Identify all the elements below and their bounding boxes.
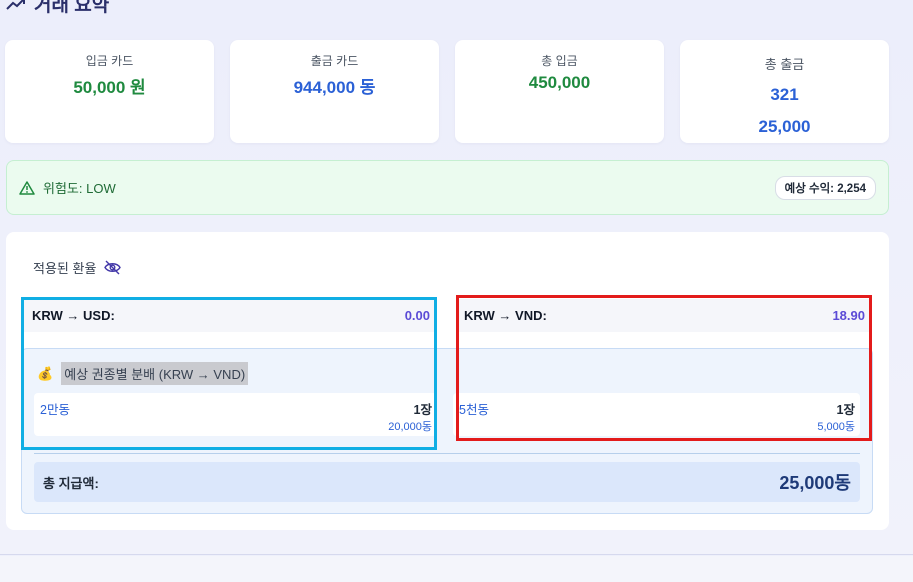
stat-label: 입금 카드 (85, 54, 134, 68)
expected-profit-badge: 예상 수익: 2,254 (774, 175, 876, 200)
warning-triangle-icon (19, 180, 35, 195)
total-payout-value: 25,000동 (779, 473, 851, 493)
distribution-header: 💰 예상 권종별 분배 (KRW → VND) (37, 362, 249, 385)
rate-krw-vnd: KRW → VND: 18.90 (456, 299, 871, 332)
note-label: 5천동 (459, 403, 489, 417)
deposit-card-stat: 입금 카드 50,000 원 (5, 40, 214, 143)
stat-label: 출금 카드 (310, 54, 359, 68)
stat-value-line1: 321 (770, 85, 799, 104)
rate-pair: KRW → VND: (464, 308, 547, 323)
exchange-rates-panel: 적용된 환율 KRW → USD: 0.00 KRW → VND: 18.90 … (6, 232, 889, 530)
section-heading: 거래 요약 (6, 0, 109, 17)
money-bag-icon: 💰 (37, 365, 54, 381)
stat-value: 944,000 동 (293, 78, 376, 97)
risk-level: 위험도: LOW (43, 181, 116, 196)
total-payout-row: 총 지급액: 25,000동 (34, 462, 860, 502)
bottom-strip (0, 556, 913, 582)
total-withdraw-stat: 총 출금 321 25,000 (680, 40, 889, 143)
note-sum: 5,000동 (817, 421, 855, 433)
note-count: 1장 (836, 403, 855, 417)
total-deposit-stat: 총 입금 450,000 (455, 40, 664, 143)
rates-title: 적용된 환율 (33, 261, 97, 276)
stat-value-line2: 25,000 (758, 117, 811, 136)
stat-value: 450,000 (528, 73, 591, 92)
rates-header: 적용된 환율 (33, 258, 122, 277)
trend-chart-icon (6, 0, 25, 10)
withdraw-card-stat: 출금 카드 944,000 동 (230, 40, 439, 143)
note-count: 1장 (413, 403, 432, 417)
stat-label: 총 입금 (541, 54, 578, 68)
note-item: 2만동 1장 20,000동 (34, 393, 437, 436)
distribution-title: 예상 권종별 분배 (KRW → VND) (61, 362, 249, 385)
note-sum: 20,000동 (388, 421, 432, 433)
rate-krw-usd: KRW → USD: 0.00 (24, 299, 436, 332)
stat-label: 총 출금 (764, 57, 805, 72)
note-item: 5천동 1장 5,000동 (453, 393, 860, 436)
divider (34, 453, 860, 454)
rate-pair: KRW → USD: (32, 308, 115, 323)
stat-value: 50,000 원 (73, 78, 146, 97)
total-payout-label: 총 지급액: (43, 475, 99, 491)
risk-banner: 위험도: LOW 예상 수익: 2,254 (6, 160, 889, 215)
stat-value: 321 25,000 (680, 79, 889, 143)
denomination-distribution: 💰 예상 권종별 분배 (KRW → VND) 2만동 1장 20,000동 5… (21, 348, 873, 514)
rate-value: 0.00 (404, 308, 430, 323)
note-label: 2만동 (40, 403, 70, 417)
eye-off-icon[interactable] (104, 260, 122, 275)
rate-value: 18.90 (832, 308, 865, 323)
section-title: 거래 요약 (34, 0, 110, 16)
